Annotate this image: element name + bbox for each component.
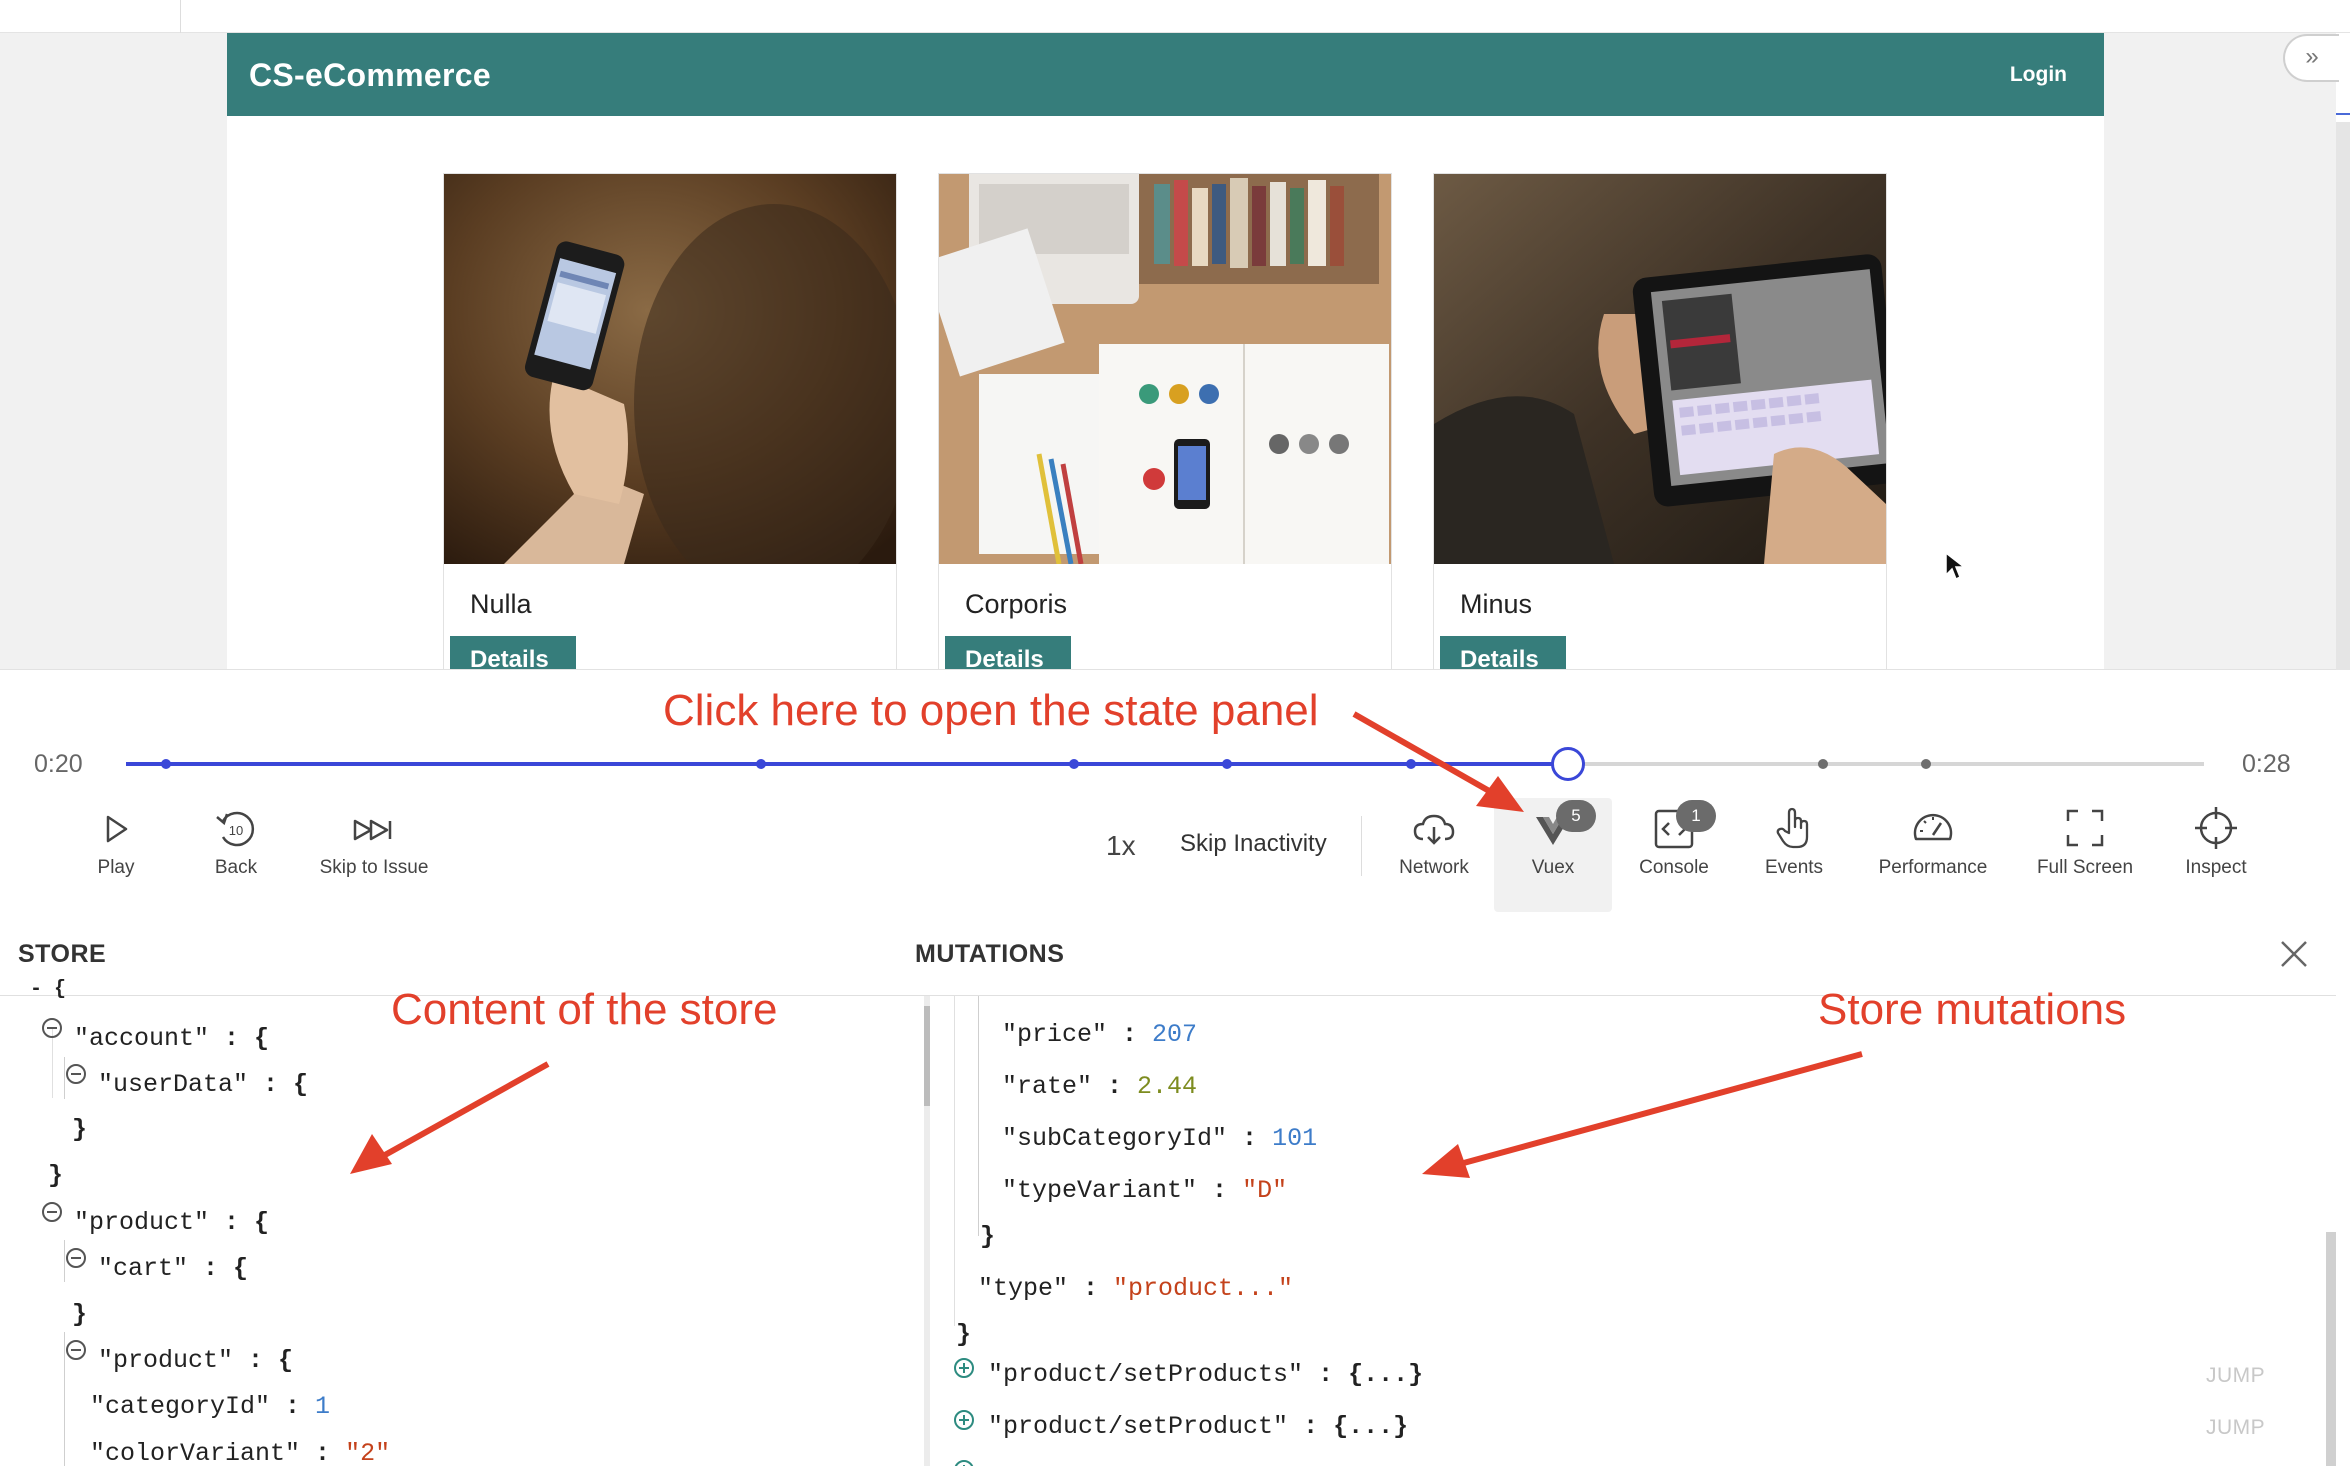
annotation-arrows [350,711,1863,1178]
app-root: CS-eCommerce Login Nulla Details Corpori… [0,0,2350,1466]
